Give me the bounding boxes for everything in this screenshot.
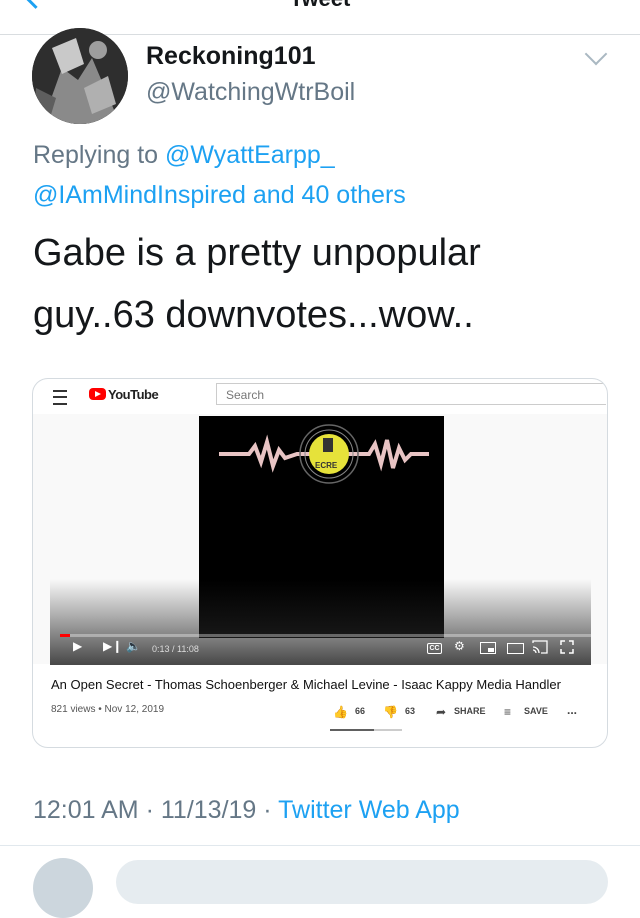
tweet-meta: 12:01 AM · 11/13/19 · Twitter Web App [33,796,460,825]
progress-bar[interactable] [60,634,591,637]
cast-icon-svg [532,640,548,654]
nav-title: Tweet [0,0,640,12]
replying-prefix: Replying to [33,141,159,169]
separator: · [145,796,154,824]
time-display: 0:13 / 11:08 [152,644,199,654]
avatar-image [32,28,128,124]
hamburger-icon[interactable] [53,390,67,405]
youtube-logo-icon [89,388,106,400]
video-title[interactable]: An Open Secret - Thomas Schoenberger & M… [51,677,561,692]
progress-fill [60,634,71,637]
like-ratio-bar-rest [374,729,402,731]
avatar[interactable] [32,28,128,124]
like-ratio-bar [330,729,374,731]
reply-input[interactable] [116,860,608,904]
youtube-logo-text: YouTube [108,387,159,402]
save-label[interactable]: SAVE [524,706,548,716]
thumbs-down-icon[interactable]: 👎 [383,705,398,719]
chevron-down-icon[interactable] [584,42,608,66]
tweet-time: 12:01 AM [33,796,139,824]
theater-icon[interactable] [507,643,524,654]
like-count: 66 [355,706,366,716]
thumbs-up-icon[interactable]: 👍 [333,705,348,719]
replying-to-line-2: @IAmMindInspired and 40 others [33,181,406,210]
divider [0,845,640,846]
tweet-text-line: guy..63 downvotes...wow.. [33,294,474,336]
audio-waveform: ECRE [219,424,429,484]
tweet-date: 11/13/19 [160,796,257,824]
gear-icon[interactable]: ⚙ [454,639,465,653]
mention-link[interactable]: @WyattEarpp_ [165,141,335,169]
volume-icon[interactable]: 🔈 [126,639,141,653]
user-handle[interactable]: @WatchingWtrBoil [146,78,355,107]
display-name[interactable]: Reckoning101 [146,42,316,71]
embedded-video-screenshot[interactable]: YouTube Search ECRE ▶ ▶❙ 🔈 0:13 / 11:08 … [32,378,608,748]
miniplayer-icon[interactable] [480,642,496,654]
replying-to-line: Replying to @WyattEarpp_ [33,141,335,170]
youtube-header: YouTube Search [33,379,607,413]
cast-icon[interactable] [532,640,548,657]
fullscreen-icon[interactable] [560,640,574,657]
more-options-icon[interactable]: ... [567,703,577,717]
fullscreen-icon-svg [560,640,574,654]
tweet-source-link[interactable]: Twitter Web App [278,796,460,824]
views-and-date: 821 views • Nov 12, 2019 [51,704,165,715]
share-icon[interactable]: ➦ [436,705,446,719]
tweet-text-line: Gabe is a pretty unpopular [33,232,481,274]
mention-others-link[interactable]: @IAmMindInspired and 40 others [33,181,406,209]
save-playlist-icon[interactable]: ≡ [504,705,511,719]
next-icon[interactable]: ▶❙ [103,639,122,653]
reply-avatar[interactable] [33,858,93,918]
dislike-count: 63 [405,706,416,716]
share-label[interactable]: SHARE [454,706,486,716]
search-input[interactable]: Search [216,383,606,405]
separator: · [263,796,272,824]
captions-icon[interactable]: CC [427,643,442,654]
play-icon[interactable]: ▶ [73,639,82,653]
video-logo-text: ECRE [315,461,338,470]
